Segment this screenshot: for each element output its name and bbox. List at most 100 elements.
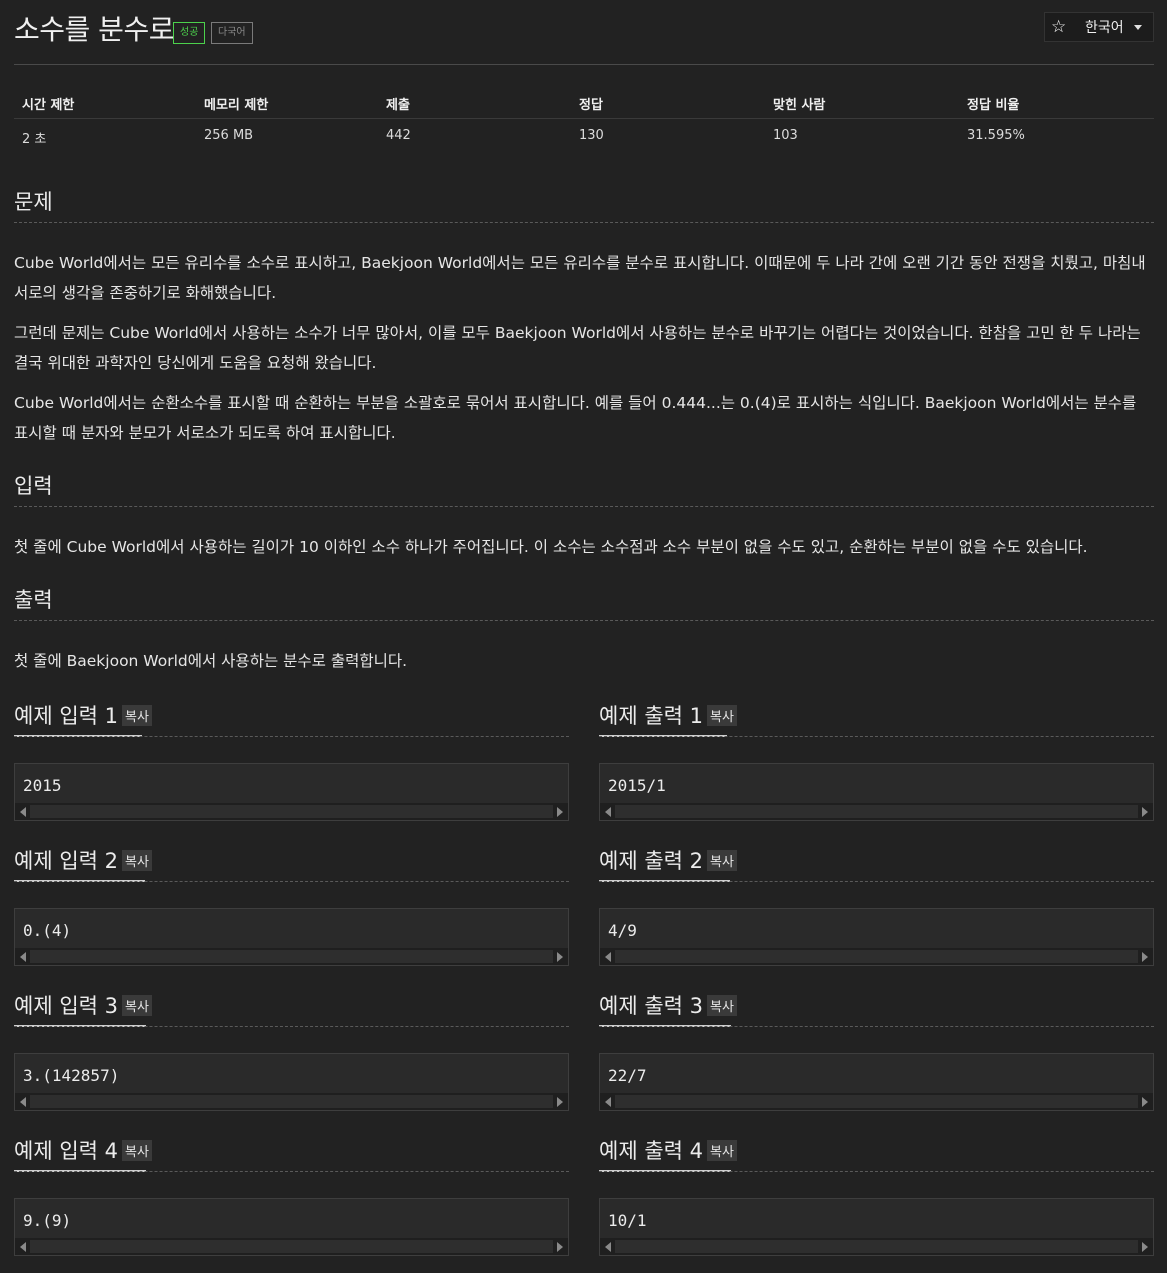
- sample-divider: [599, 881, 1154, 882]
- scroll-right-icon[interactable]: [1142, 952, 1148, 962]
- scroll-right-icon[interactable]: [557, 807, 563, 817]
- scroll-left-icon[interactable]: [20, 952, 26, 962]
- sample-output-title: 예제 출력 2 복사: [599, 845, 737, 875]
- sample-output-title: 예제 출력 1 복사: [599, 700, 737, 730]
- scrollbar-track[interactable]: [615, 805, 1138, 818]
- sample-input-text: 2015: [23, 776, 62, 795]
- status-badge: 성공: [173, 22, 206, 44]
- scroll-right-icon[interactable]: [557, 1097, 563, 1107]
- horizontal-scrollbar[interactable]: [15, 1238, 568, 1255]
- sample-input-box[interactable]: 2015: [14, 763, 569, 821]
- info-header-row: 시간 제한 메모리 제한 제출 정답 맞힌 사람 정답 비율: [14, 85, 1154, 119]
- copy-button[interactable]: 복사: [707, 1140, 737, 1161]
- scroll-right-icon[interactable]: [557, 952, 563, 962]
- copy-button[interactable]: 복사: [122, 850, 152, 871]
- problem-info-table: 시간 제한 메모리 제한 제출 정답 맞힌 사람 정답 비율 2 초 256 M…: [14, 85, 1154, 153]
- sample-input-label: 예제 입력 4: [14, 1139, 118, 1163]
- scroll-left-icon[interactable]: [605, 1097, 611, 1107]
- scrollbar-track[interactable]: [615, 950, 1138, 963]
- scroll-left-icon[interactable]: [20, 807, 26, 817]
- horizontal-scrollbar[interactable]: [15, 1093, 568, 1110]
- horizontal-scrollbar[interactable]: [600, 803, 1153, 820]
- copy-button[interactable]: 복사: [122, 995, 152, 1016]
- scroll-left-icon[interactable]: [605, 807, 611, 817]
- scroll-left-icon[interactable]: [20, 1242, 26, 1252]
- star-icon[interactable]: ☆: [1051, 17, 1066, 37]
- scroll-right-icon[interactable]: [1142, 1097, 1148, 1107]
- horizontal-scrollbar[interactable]: [15, 803, 568, 820]
- sample-input-label: 예제 입력 1: [14, 704, 118, 728]
- sample-output-box[interactable]: 22/7: [599, 1053, 1154, 1111]
- horizontal-scrollbar[interactable]: [600, 1238, 1153, 1255]
- sample-output-title: 예제 출력 4 복사: [599, 1135, 737, 1165]
- scrollbar-track[interactable]: [615, 1240, 1138, 1253]
- scrollbar-track[interactable]: [30, 1240, 553, 1253]
- sample-output-box[interactable]: 10/1: [599, 1198, 1154, 1256]
- sample-input-title: 예제 입력 4 복사: [14, 1135, 152, 1165]
- sample-divider: [14, 736, 569, 737]
- sample-input-box[interactable]: 3.(142857): [14, 1053, 569, 1111]
- copy-button[interactable]: 복사: [122, 1140, 152, 1161]
- problem-paragraph: 그런데 문제는 Cube World에서 사용하는 소수가 너무 많아서, 이를…: [14, 324, 1141, 372]
- header-accept-ratio: 정답 비율: [967, 98, 1020, 113]
- header-submissions: 제출: [386, 98, 410, 113]
- problem-paragraph: Cube World에서는 순환소수를 표시할 때 순환하는 부분을 소괄호로 …: [14, 394, 1137, 442]
- scroll-right-icon[interactable]: [557, 1242, 563, 1252]
- scroll-left-icon[interactable]: [605, 1242, 611, 1252]
- output-description: 첫 줄에 Baekjoon World에서 사용하는 분수로 출력합니다.: [14, 652, 408, 670]
- scroll-left-icon[interactable]: [605, 952, 611, 962]
- section-title-input: 입력: [14, 474, 53, 498]
- sample-input-box[interactable]: 0.(4): [14, 908, 569, 966]
- section-divider: [14, 506, 1154, 507]
- problem-title: 소수를 분수로: [14, 13, 174, 46]
- sample-divider: [599, 1171, 1154, 1172]
- language-selector[interactable]: ☆ 한국어: [1044, 12, 1154, 42]
- sample-input-title: 예제 입력 3 복사: [14, 990, 152, 1020]
- sample-divider: [14, 1171, 569, 1172]
- sample-output-text: 22/7: [608, 1066, 647, 1085]
- scrollbar-track[interactable]: [30, 1095, 553, 1108]
- scrollbar-track[interactable]: [30, 805, 553, 818]
- sample-input-text: 3.(142857): [23, 1066, 120, 1085]
- section-title-problem: 문제: [14, 190, 53, 214]
- sample-divider: [599, 1026, 1154, 1027]
- value-accept-ratio: 31.595%: [967, 128, 1025, 143]
- header-solved-users: 맞힌 사람: [773, 98, 826, 113]
- horizontal-scrollbar[interactable]: [600, 948, 1153, 965]
- copy-button[interactable]: 복사: [122, 705, 152, 726]
- sample-output-text: 2015/1: [608, 776, 666, 795]
- value-submissions[interactable]: 442: [386, 128, 411, 143]
- multilang-badge: 다국어: [211, 22, 253, 44]
- scrollbar-track[interactable]: [615, 1095, 1138, 1108]
- horizontal-scrollbar[interactable]: [600, 1093, 1153, 1110]
- scroll-right-icon[interactable]: [1142, 807, 1148, 817]
- sample-input-label: 예제 입력 3: [14, 994, 118, 1018]
- sample-input-box[interactable]: 9.(9): [14, 1198, 569, 1256]
- sample-output-label: 예제 출력 3: [599, 994, 703, 1018]
- value-solved-users[interactable]: 103: [773, 128, 798, 143]
- sample-input-title: 예제 입력 1 복사: [14, 700, 152, 730]
- sample-output-text: 4/9: [608, 921, 637, 940]
- value-accepted[interactable]: 130: [579, 128, 604, 143]
- sample-output-text: 10/1: [608, 1211, 647, 1230]
- sample-output-box[interactable]: 2015/1: [599, 763, 1154, 821]
- scroll-right-icon[interactable]: [1142, 1242, 1148, 1252]
- sample-input-label: 예제 입력 2: [14, 849, 118, 873]
- value-memory-limit: 256 MB: [204, 128, 254, 143]
- sample-divider: [14, 881, 569, 882]
- header-accepted: 정답: [579, 98, 603, 113]
- value-time-limit: 2 초: [22, 132, 47, 147]
- sample-output-box[interactable]: 4/9: [599, 908, 1154, 966]
- copy-button[interactable]: 복사: [707, 705, 737, 726]
- section-title-output: 출력: [14, 588, 53, 612]
- problem-page: 소수를 분수로 성공 다국어 ☆ 한국어 시간 제한 메모리 제한 제출 정답 …: [14, 0, 1154, 1256]
- copy-button[interactable]: 복사: [707, 995, 737, 1016]
- section-divider: [14, 222, 1154, 223]
- scrollbar-track[interactable]: [30, 950, 553, 963]
- horizontal-scrollbar[interactable]: [15, 948, 568, 965]
- sample-divider: [599, 736, 1154, 737]
- scroll-left-icon[interactable]: [20, 1097, 26, 1107]
- sample-divider: [14, 1026, 569, 1027]
- copy-button[interactable]: 복사: [707, 850, 737, 871]
- sample-output-title: 예제 출력 3 복사: [599, 990, 737, 1020]
